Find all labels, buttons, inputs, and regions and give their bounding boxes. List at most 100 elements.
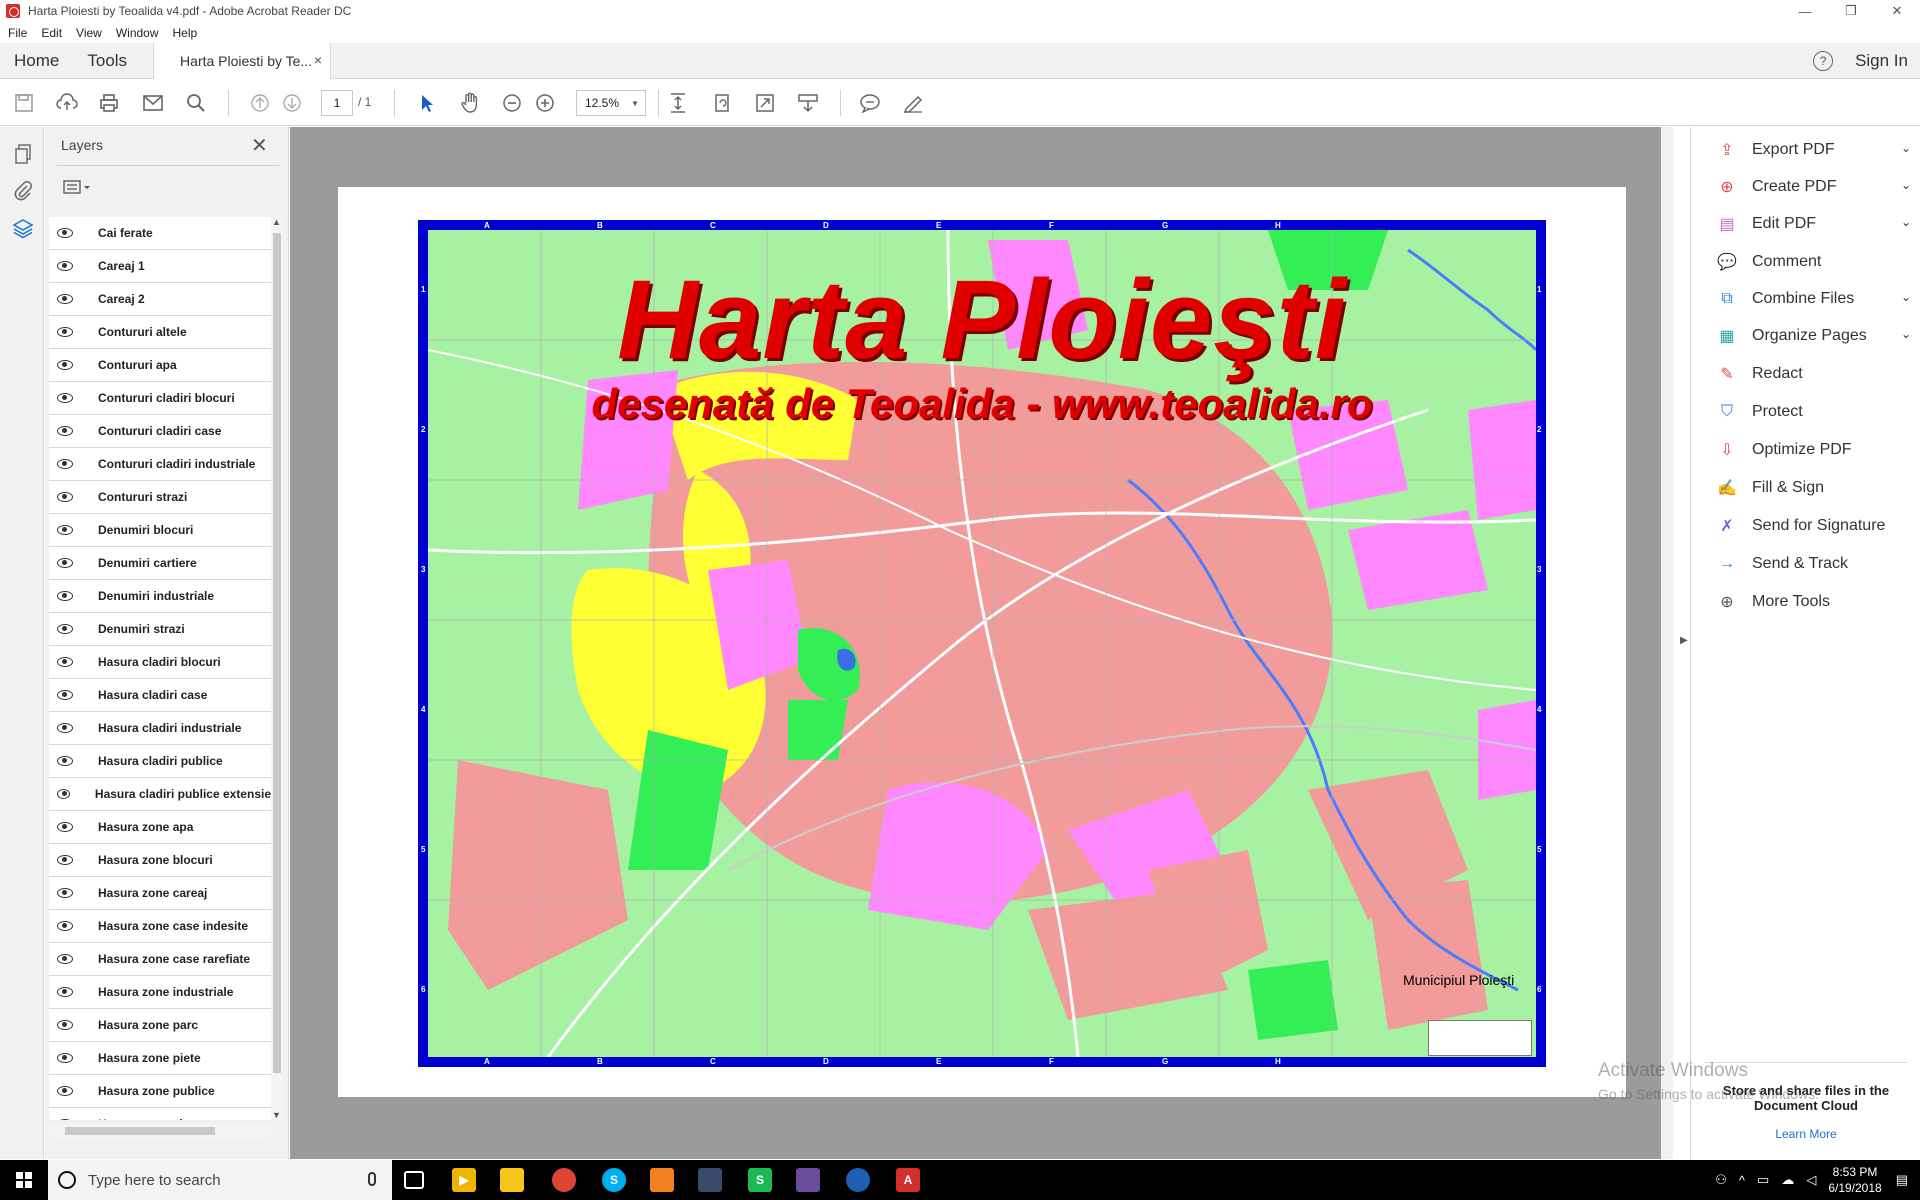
save-icon[interactable] <box>12 91 36 115</box>
full-screen-icon[interactable] <box>753 91 777 115</box>
select-cursor-icon[interactable] <box>415 91 439 115</box>
layer-row[interactable]: Hasura cladiri publice extensie <box>49 778 271 811</box>
layer-row[interactable]: Hasura zone industriale <box>49 976 271 1009</box>
microphone-icon[interactable] <box>368 1172 376 1186</box>
network-icon[interactable]: ▭ <box>1757 1172 1769 1188</box>
image-app-icon[interactable] <box>698 1168 722 1192</box>
document-viewport[interactable]: Harta Ploieşti desenată de Teoalida - ww… <box>290 127 1666 1159</box>
layer-row[interactable]: Hasura cladiri industriale <box>49 712 271 745</box>
tab-close-icon[interactable]: × <box>314 52 322 68</box>
visibility-eye-icon[interactable] <box>57 1053 73 1063</box>
layer-row[interactable]: Hasura zone parc <box>49 1009 271 1042</box>
visibility-eye-icon[interactable] <box>57 855 73 865</box>
attachments-icon[interactable] <box>12 180 34 202</box>
layer-row[interactable]: Contururi cladiri blocuri <box>49 382 271 415</box>
browser-globe-icon[interactable] <box>846 1168 870 1192</box>
visibility-eye-icon[interactable] <box>57 492 73 502</box>
scrollbar-thumb[interactable] <box>65 1127 215 1135</box>
email-icon[interactable] <box>141 91 165 115</box>
chevron-down-icon[interactable]: ⌄ <box>1901 290 1911 304</box>
layer-row[interactable]: Hasura zone virane <box>49 1108 271 1120</box>
scrollbar-thumb[interactable] <box>273 233 281 1073</box>
menu-file[interactable]: File <box>8 26 27 40</box>
task-view-icon[interactable] <box>404 1171 424 1189</box>
layer-row[interactable]: Contururi strazi <box>49 481 271 514</box>
visibility-eye-icon[interactable] <box>57 987 73 997</box>
visibility-eye-icon[interactable] <box>57 954 73 964</box>
clock[interactable]: 8:53 PM 6/19/2018 <box>1828 1164 1881 1196</box>
chevron-down-icon[interactable]: ⌄ <box>1901 327 1911 341</box>
menu-edit[interactable]: Edit <box>41 26 62 40</box>
layer-row[interactable]: Hasura cladiri case <box>49 679 271 712</box>
visibility-eye-icon[interactable] <box>57 756 73 766</box>
tool-protect[interactable]: ⛉ Protect <box>1716 397 1911 427</box>
document-tab[interactable]: Harta Ploiesti by Te... × <box>153 42 332 79</box>
search-icon[interactable] <box>184 91 208 115</box>
media-app-icon[interactable]: ▶ <box>452 1168 476 1192</box>
zoom-select[interactable]: 12.5% ▼ <box>576 90 646 116</box>
volume-icon[interactable]: ◁ <box>1806 1172 1816 1188</box>
scroll-up-icon[interactable]: ▲ <box>272 217 281 227</box>
visibility-eye-icon[interactable] <box>57 921 73 931</box>
chrome-icon[interactable] <box>552 1168 576 1192</box>
chevron-down-icon[interactable]: ⌄ <box>1901 178 1911 192</box>
menu-window[interactable]: Window <box>116 26 159 40</box>
learn-more-link[interactable]: Learn More <box>1691 1127 1920 1141</box>
visibility-eye-icon[interactable] <box>57 294 73 304</box>
visibility-eye-icon[interactable] <box>57 591 73 601</box>
tool-edit-pdf[interactable]: ▤ Edit PDF ⌄ <box>1716 209 1911 239</box>
layer-row[interactable]: Careaj 1 <box>49 250 271 283</box>
layer-row[interactable]: Denumiri industriale <box>49 580 271 613</box>
visibility-eye-icon[interactable] <box>57 525 73 535</box>
previous-page-icon[interactable] <box>248 91 272 115</box>
people-icon[interactable]: ⚇ <box>1715 1172 1727 1188</box>
minimize-button[interactable]: — <box>1782 0 1828 22</box>
restore-button[interactable]: ❐ <box>1828 0 1874 22</box>
chevron-down-icon[interactable]: ⌄ <box>1901 215 1911 229</box>
skype-icon[interactable]: S <box>602 1168 626 1192</box>
notifications-icon[interactable]: ▤ <box>1896 1172 1908 1188</box>
visibility-eye-icon[interactable] <box>57 426 73 436</box>
visibility-eye-icon[interactable] <box>57 657 73 667</box>
layer-row[interactable]: Hasura zone blocuri <box>49 844 271 877</box>
close-icon[interactable]: ✕ <box>251 133 268 158</box>
layer-row[interactable]: Hasura cladiri blocuri <box>49 646 271 679</box>
hand-tool-icon[interactable] <box>458 91 482 115</box>
scrolling-mode-icon[interactable] <box>666 91 690 115</box>
layer-row[interactable]: Careaj 2 <box>49 283 271 316</box>
tool-combine-files[interactable]: ⧉ Combine Files ⌄ <box>1716 284 1911 314</box>
visibility-eye-icon[interactable] <box>57 228 73 238</box>
image-viewer-icon[interactable] <box>796 1168 820 1192</box>
tool-comment[interactable]: 💬 Comment <box>1716 247 1911 277</box>
visibility-eye-icon[interactable] <box>57 888 73 898</box>
layer-row[interactable]: Contururi apa <box>49 349 271 382</box>
layer-row[interactable]: Hasura zone case indesite <box>49 910 271 943</box>
read-mode-icon[interactable] <box>796 91 820 115</box>
tool-organize-pages[interactable]: ▦ Organize Pages ⌄ <box>1716 321 1911 351</box>
tool-fill-sign[interactable]: ✍ Fill & Sign <box>1716 473 1911 503</box>
tool-optimize-pdf[interactable]: ⇩ Optimize PDF <box>1716 435 1911 465</box>
visibility-eye-icon[interactable] <box>57 1119 73 1120</box>
taskbar-search[interactable]: Type here to search <box>48 1160 392 1200</box>
visibility-eye-icon[interactable] <box>57 789 70 799</box>
show-hidden-icons[interactable]: ^ <box>1739 1173 1745 1188</box>
layers-icon[interactable] <box>12 217 34 239</box>
sign-tool-icon[interactable] <box>901 91 925 115</box>
close-window-button[interactable]: ✕ <box>1874 0 1920 22</box>
layer-row[interactable]: Hasura cladiri publice <box>49 745 271 778</box>
layer-row[interactable]: Hasura zone piete <box>49 1042 271 1075</box>
rotate-page-icon[interactable] <box>710 91 734 115</box>
help-icon[interactable]: ? <box>1813 51 1834 71</box>
visibility-eye-icon[interactable] <box>57 690 73 700</box>
visibility-eye-icon[interactable] <box>57 723 73 733</box>
file-explorer-icon[interactable] <box>500 1168 524 1192</box>
layers-vertical-scrollbar[interactable]: ▲ ▼ <box>271 217 283 1120</box>
visibility-eye-icon[interactable] <box>57 393 73 403</box>
spreadsheet-app-icon[interactable]: S <box>748 1168 772 1192</box>
tool-send-for-signature[interactable]: ✗ Send for Signature <box>1716 511 1911 541</box>
scroll-down-icon[interactable]: ▼ <box>272 1110 281 1120</box>
layer-row[interactable]: Hasura zone careaj <box>49 877 271 910</box>
tool-more-tools[interactable]: ⊕ More Tools <box>1716 587 1911 617</box>
visibility-eye-icon[interactable] <box>57 624 73 634</box>
page-thumbnails-icon[interactable] <box>12 143 34 165</box>
